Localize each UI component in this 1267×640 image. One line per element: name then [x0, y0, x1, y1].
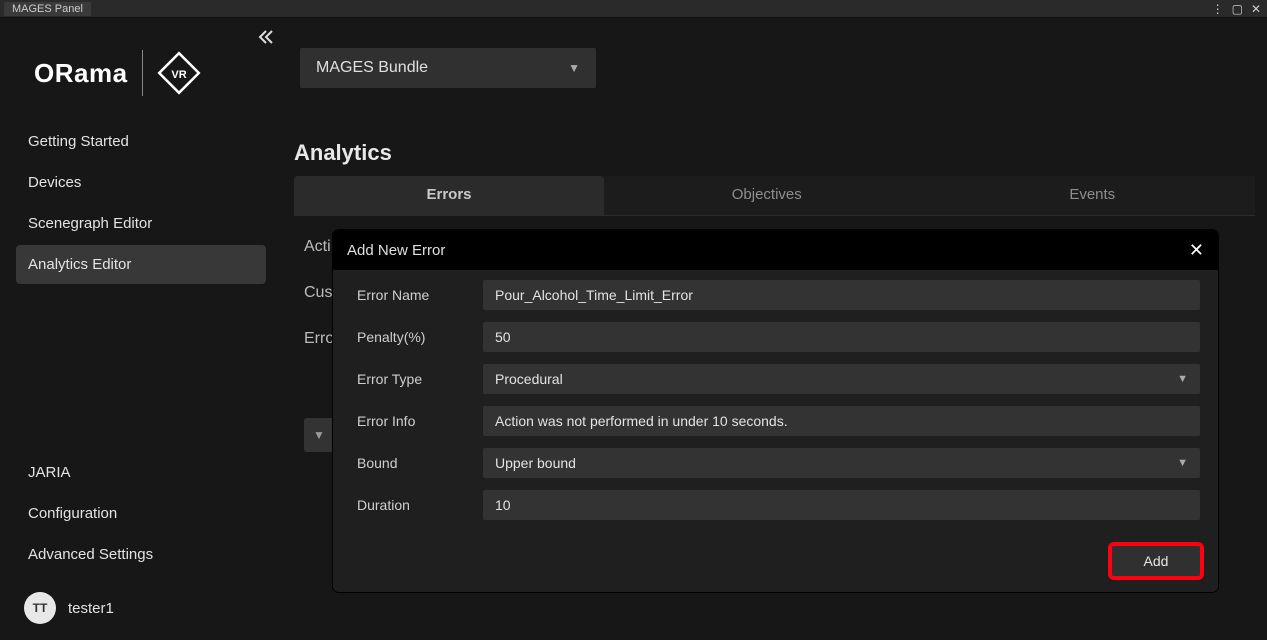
avatar-initials: TT [33, 601, 48, 615]
avatar: TT [24, 592, 56, 624]
penalty-input[interactable]: 50 [483, 322, 1200, 352]
modal-body: Error Name Pour_Alcohol_Time_Limit_Error… [333, 270, 1218, 532]
bg-label: Erro [304, 330, 334, 348]
nav-analytics-editor[interactable]: Analytics Editor [16, 245, 266, 284]
logo-text: ORama [34, 58, 128, 89]
field-label: Penalty(%) [357, 329, 469, 345]
nav-devices[interactable]: Devices [16, 163, 266, 202]
field-value: 10 [495, 497, 511, 513]
page-title: Analytics [294, 140, 392, 166]
title-bar: MAGES Panel ⋮ ▢ ✕ [0, 0, 1267, 18]
bg-foldout-icon[interactable]: ▼ [304, 418, 334, 452]
nav-jaria[interactable]: JARIA [16, 453, 266, 492]
chevron-down-icon: ▼ [568, 61, 580, 75]
field-label: Duration [357, 497, 469, 513]
field-label: Error Name [357, 287, 469, 303]
bg-label: Cus [304, 284, 334, 302]
sidebar: ORama VR Getting Started Devices Scenegr… [0, 18, 282, 640]
tab-events[interactable]: Events [930, 176, 1256, 215]
duration-input[interactable]: 10 [483, 490, 1200, 520]
field-penalty: Penalty(%) 50 [357, 322, 1200, 352]
tab-label: Errors [426, 186, 471, 203]
field-value: Procedural [495, 371, 563, 387]
menu-icon[interactable]: ⋮ [1212, 3, 1224, 15]
bg-label: Acti [304, 238, 334, 256]
content-area: MAGES Bundle ▼ Analytics Errors Objectiv… [282, 18, 1267, 640]
nav-scenegraph-editor[interactable]: Scenegraph Editor [16, 204, 266, 243]
user-name: tester1 [68, 600, 114, 617]
svg-text:VR: VR [171, 69, 186, 81]
nav-label: JARIA [28, 464, 71, 481]
bg-obscured-labels: Acti Cus Erro [304, 238, 334, 348]
field-bound: Bound Upper bound ▼ [357, 448, 1200, 478]
nav-label: Getting Started [28, 133, 129, 150]
maximize-icon[interactable]: ▢ [1232, 3, 1243, 15]
field-duration: Duration 10 [357, 490, 1200, 520]
field-value: 50 [495, 329, 511, 345]
field-error-type: Error Type Procedural ▼ [357, 364, 1200, 394]
error-info-input[interactable]: Action was not performed in under 10 sec… [483, 406, 1200, 436]
tabs: Errors Objectives Events [294, 176, 1255, 216]
bundle-dropdown[interactable]: MAGES Bundle ▼ [300, 48, 596, 88]
field-label: Error Type [357, 371, 469, 387]
user-row[interactable]: TT tester1 [0, 578, 282, 640]
error-name-input[interactable]: Pour_Alcohol_Time_Limit_Error [483, 280, 1200, 310]
nav-label: Scenegraph Editor [28, 215, 152, 232]
tab-label: Events [1069, 186, 1115, 203]
nav-label: Analytics Editor [28, 256, 131, 273]
nav-getting-started[interactable]: Getting Started [16, 122, 266, 161]
tab-errors[interactable]: Errors [294, 176, 604, 215]
collapse-sidebar-icon[interactable] [256, 28, 276, 46]
nav-label: Advanced Settings [28, 546, 153, 563]
add-button[interactable]: Add [1112, 546, 1200, 576]
window-title: MAGES Panel [4, 2, 91, 16]
modal-title: Add New Error [347, 242, 445, 259]
nav-label: Devices [28, 174, 81, 191]
logo-divider [142, 50, 143, 96]
nav-configuration[interactable]: Configuration [16, 494, 266, 533]
close-icon[interactable]: ✕ [1251, 3, 1261, 15]
add-button-label: Add [1144, 553, 1169, 569]
field-label: Bound [357, 455, 469, 471]
sidebar-nav-top: Getting Started Devices Scenegraph Edito… [0, 118, 282, 288]
field-value: Action was not performed in under 10 sec… [495, 413, 788, 429]
tab-objectives[interactable]: Objectives [604, 176, 930, 215]
bundle-dropdown-label: MAGES Bundle [316, 59, 428, 77]
modal-footer: Add [333, 532, 1218, 592]
field-value: Upper bound [495, 455, 576, 471]
sidebar-nav-bottom: JARIA Configuration Advanced Settings [0, 449, 282, 578]
field-label: Error Info [357, 413, 469, 429]
add-error-modal: Add New Error ✕ Error Name Pour_Alcohol_… [333, 230, 1218, 592]
logo: ORama VR [0, 18, 282, 118]
window-controls: ⋮ ▢ ✕ [1212, 3, 1267, 15]
vr-diamond-icon: VR [157, 51, 201, 95]
chevron-down-icon: ▼ [1177, 457, 1188, 469]
field-value: Pour_Alcohol_Time_Limit_Error [495, 287, 693, 303]
nav-advanced-settings[interactable]: Advanced Settings [16, 535, 266, 574]
field-error-info: Error Info Action was not performed in u… [357, 406, 1200, 436]
field-error-name: Error Name Pour_Alcohol_Time_Limit_Error [357, 280, 1200, 310]
error-type-select[interactable]: Procedural ▼ [483, 364, 1200, 394]
modal-header: Add New Error ✕ [333, 230, 1218, 270]
modal-close-icon[interactable]: ✕ [1189, 240, 1204, 261]
main-panel: ORama VR Getting Started Devices Scenegr… [0, 18, 1267, 640]
chevron-down-icon: ▼ [1177, 373, 1188, 385]
bound-select[interactable]: Upper bound ▼ [483, 448, 1200, 478]
tab-label: Objectives [732, 186, 802, 203]
nav-label: Configuration [28, 505, 117, 522]
